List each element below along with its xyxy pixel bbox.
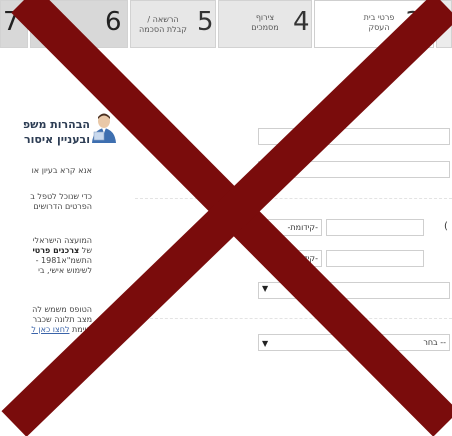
text-span: קיימת	[69, 325, 92, 334]
paragraph-line: המועצה הישראלי	[32, 236, 92, 245]
step-label: הרשאה / קבלת הסכמה	[139, 15, 187, 34]
wizard-stepper: 7 סיכום 6 הרשאה / קבלת הסכמה 5 צירוף מסמ…	[0, 0, 452, 50]
intro-paragraph: אנא קרא בעיון או	[0, 166, 92, 176]
title-line: ובעניין איסור	[24, 133, 90, 146]
step-label: סיכום	[47, 13, 67, 22]
paragraph-line: קיימת לחצו כאן ל	[0, 325, 92, 335]
click-here-link[interactable]: לחצו כאן ל	[31, 325, 69, 334]
dropdown-arrow-icon: ▼	[268, 255, 275, 264]
step-4[interactable]: צירוף מסמכים 4	[218, 0, 312, 48]
step-2[interactable]	[436, 0, 452, 48]
step-label: צירוף מסמכים	[251, 13, 279, 32]
paragraph-line: לשימוש אישי, בי	[38, 266, 92, 275]
phone-input-1[interactable]	[326, 219, 424, 236]
paragraph-line: אנא קרא בעיון או	[31, 166, 92, 175]
text-input-1[interactable]	[258, 128, 450, 145]
step-number: 4	[293, 7, 310, 37]
select-value: -קידומת-	[287, 254, 318, 263]
title-line: הבהרות משפ	[22, 118, 90, 131]
paragraph-line: כדי שנוכל לטפל ב	[30, 192, 92, 201]
dropdown-arrow-icon: ▼	[262, 339, 269, 348]
step-3[interactable]: פרטי בית העסק 3	[314, 0, 434, 48]
step-number: 6	[105, 7, 122, 37]
phone-input-2[interactable]	[326, 250, 424, 267]
bold-text: צרכנים פרטי	[32, 246, 80, 255]
select-value: -קידומת-	[287, 223, 318, 232]
prefix-select-1[interactable]: -קידומת- ▼	[264, 219, 322, 236]
paragraph-line: הטופס משמש לה	[32, 305, 92, 314]
select-value: -- בחר	[423, 338, 446, 347]
paragraph-line: התשמ"א1981 -	[35, 256, 92, 265]
step-7[interactable]: 7	[0, 0, 28, 48]
prefix-select-2[interactable]: -קידומת- ▼	[264, 250, 322, 267]
paragraph-3: המועצה הישראלי של צרכנים פרטי התשמ"א1981…	[0, 236, 92, 276]
paragraph-line: מצב תלונה שכבר	[32, 315, 92, 324]
disclaimer-title: הבהרות משפ ובעניין איסור	[0, 117, 90, 147]
dropdown-arrow-icon: ▼	[268, 224, 275, 233]
paragraph-4: הטופס משמש לה מצב תלונה שכבר קיימת לחצו …	[0, 305, 92, 335]
section-divider	[135, 198, 452, 199]
close-x-overlay-icon	[1, 0, 452, 436]
support-agent-icon	[92, 113, 116, 143]
step-label: פרטי בית העסק	[363, 13, 395, 32]
dropdown-arrow-icon: ▼	[262, 284, 269, 293]
step-6[interactable]: סיכום 6	[30, 0, 128, 48]
step-number: 5	[197, 7, 214, 37]
paren-text: (	[444, 221, 448, 232]
choose-select[interactable]: -- בחר ▼	[258, 334, 450, 351]
paragraph-line: הפרטים הדרושים	[33, 202, 92, 211]
paragraph-line: של צרכנים פרטי	[0, 246, 92, 256]
step-5[interactable]: הרשאה / קבלת הסכמה 5	[130, 0, 216, 48]
text-input-3[interactable]: ▼	[258, 282, 450, 299]
paragraph-2: כדי שנוכל לטפל ב הפרטים הדרושים	[0, 192, 92, 212]
text-input-2[interactable]	[258, 161, 450, 178]
step-number: 3	[405, 7, 422, 37]
section-divider	[135, 318, 452, 319]
step-number: 7	[3, 7, 20, 37]
text-span: של	[79, 246, 92, 255]
